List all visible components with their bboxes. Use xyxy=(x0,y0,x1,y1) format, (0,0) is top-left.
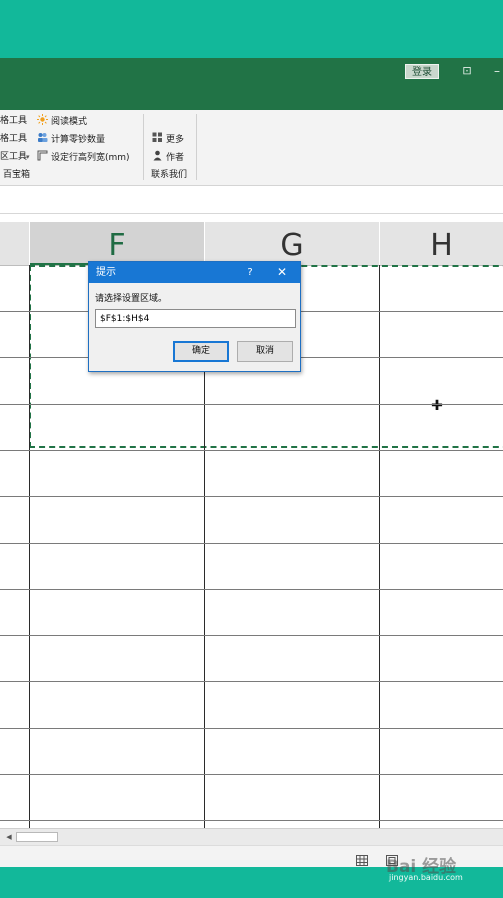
ribbon: 格工具 格工具 区工具 ▾ 百宝箱 阅读模式 计算零钞数量 设定行高列宽(mm)… xyxy=(0,110,503,186)
column-header-g[interactable]: G xyxy=(205,222,379,265)
count-change-label: 计算零钞数量 xyxy=(51,135,106,145)
row-gridline xyxy=(0,543,503,544)
count-change-button[interactable]: 计算零钞数量 xyxy=(37,132,105,146)
column-gridline xyxy=(29,265,30,828)
row-gridline xyxy=(0,820,503,821)
column-header-f[interactable]: F xyxy=(30,222,204,265)
row-gridline xyxy=(0,774,503,775)
row-gridline xyxy=(0,496,503,497)
row-gridline xyxy=(0,589,503,590)
range-dialog: 提示 ? ✕ 请选择设置区域。 确定 取消 xyxy=(88,261,301,372)
ribbon-display-icon[interactable]: ⊡ xyxy=(460,64,474,78)
range-input[interactable] xyxy=(95,309,296,328)
row-gridline xyxy=(0,728,503,729)
row-gridline xyxy=(0,450,503,451)
scroll-thumb[interactable] xyxy=(16,832,58,842)
grid-icon xyxy=(152,132,163,143)
reading-mode-button[interactable]: 阅读模式 xyxy=(37,114,87,128)
author-button[interactable]: 作者 xyxy=(152,150,184,164)
ribbon-tool-1[interactable]: 格工具 xyxy=(0,114,27,128)
formula-bar-area xyxy=(0,186,503,214)
ribbon-separator xyxy=(143,114,144,180)
person-icon xyxy=(152,150,163,161)
author-label: 作者 xyxy=(166,153,185,163)
dialog-prompt: 请选择设置区域。 xyxy=(95,294,168,304)
reading-mode-label: 阅读模式 xyxy=(51,117,88,127)
column-gridline xyxy=(379,265,380,828)
people-icon xyxy=(37,132,48,143)
ribbon-group-label-baibaoxiang: 百宝箱 xyxy=(3,170,31,180)
login-button[interactable]: 登录 xyxy=(405,64,439,79)
ribbon-tool-3[interactable]: 区工具 xyxy=(0,150,27,164)
horizontal-scrollbar[interactable]: ◀ xyxy=(0,828,503,845)
row-gridline xyxy=(0,681,503,682)
cross-cursor-icon: ✚ xyxy=(431,398,443,414)
row-gridline xyxy=(0,635,503,636)
ribbon-group-label-contact: 联系我们 xyxy=(151,170,188,180)
cancel-button[interactable]: 取消 xyxy=(237,341,293,362)
dropdown-arrow-icon[interactable]: ▾ xyxy=(26,150,30,164)
set-row-col-size-label: 设定行高列宽(mm) xyxy=(51,153,130,163)
scroll-left-icon[interactable]: ◀ xyxy=(4,832,14,842)
column-header-h[interactable]: H xyxy=(380,222,503,265)
close-icon[interactable]: ✕ xyxy=(275,262,289,283)
help-icon[interactable]: ? xyxy=(243,262,257,283)
ok-button[interactable]: 确定 xyxy=(173,341,229,362)
ribbon-separator xyxy=(196,114,197,180)
normal-view-icon[interactable] xyxy=(356,851,368,866)
dialog-title-bar[interactable]: 提示 ? ✕ xyxy=(89,262,300,283)
ruler-icon xyxy=(37,150,48,161)
row-gridline xyxy=(0,404,503,405)
set-row-col-size-button[interactable]: 设定行高列宽(mm) xyxy=(37,150,130,164)
baidu-watermark-url: jingyan.baidu.com xyxy=(389,873,463,882)
more-button[interactable]: 更多 xyxy=(152,132,184,146)
dialog-title: 提示 xyxy=(96,267,116,278)
ribbon-tool-2[interactable]: 格工具 xyxy=(0,132,27,146)
minimize-icon[interactable]: – xyxy=(494,64,503,78)
sun-icon xyxy=(37,114,48,125)
column-header-e[interactable] xyxy=(0,222,29,265)
more-label: 更多 xyxy=(166,135,185,145)
